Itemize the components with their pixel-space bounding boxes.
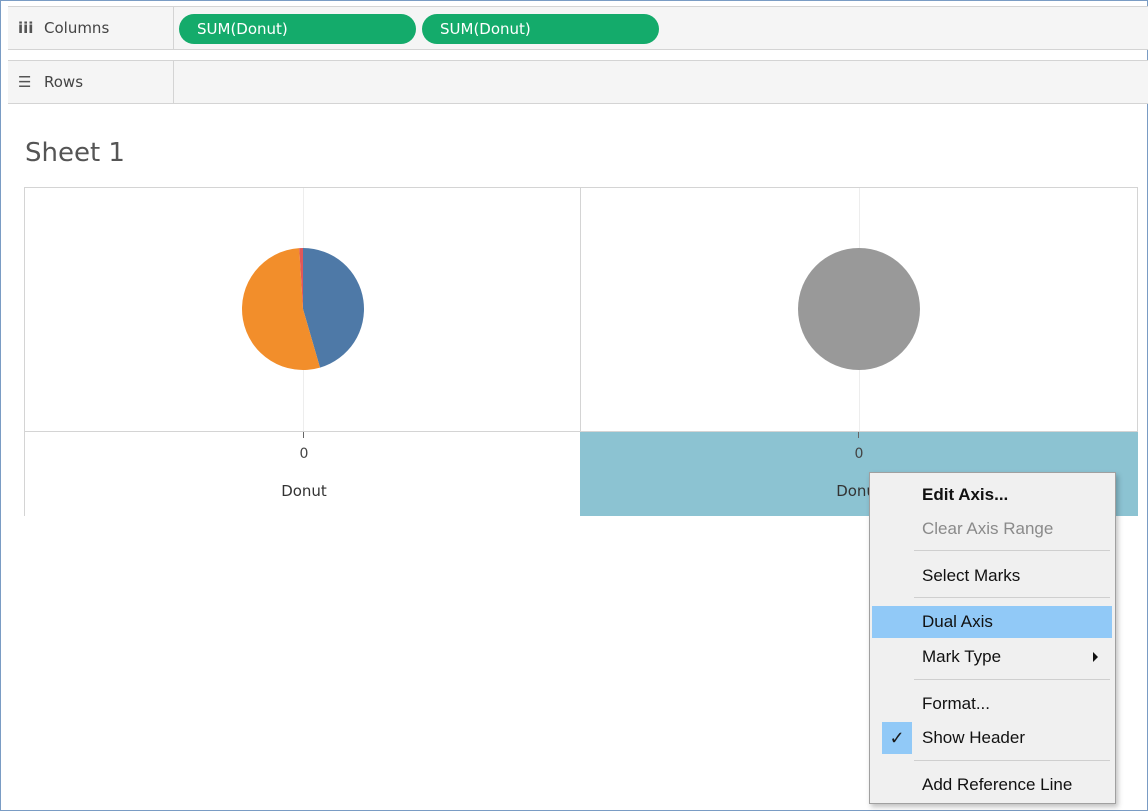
menu-item-mark-type[interactable]: Mark Type [872, 641, 1112, 673]
menu-item-label: Add Reference Line [922, 775, 1073, 794]
submenu-arrow-icon [1093, 652, 1098, 662]
columns-icon: iii [18, 19, 34, 37]
axis-tick-label: 0 [854, 446, 864, 462]
chart-view: 0 Donut 0 Donut [24, 187, 1138, 516]
pill-sum-donut-2[interactable]: SUM(Donut) [422, 14, 659, 44]
columns-label: Columns [44, 19, 110, 37]
rows-shelf[interactable]: ☰ Rows [8, 60, 1148, 104]
pie-chart-right[interactable] [581, 188, 1139, 433]
menu-item-clear-axis-range: Clear Axis Range [872, 513, 1112, 545]
pill-sum-donut-1[interactable]: SUM(Donut) [179, 14, 416, 44]
menu-item-label: Mark Type [922, 647, 1002, 666]
axis-tick [303, 432, 304, 438]
menu-item-show-header[interactable]: ✓ Show Header [872, 722, 1112, 754]
pie-chart-left[interactable] [25, 188, 582, 433]
menu-item-dual-axis[interactable]: Dual Axis [872, 606, 1112, 638]
columns-shelf[interactable]: iii Columns SUM(Donut) SUM(Donut) [8, 6, 1148, 50]
menu-item-label: Clear Axis Range [922, 519, 1054, 538]
menu-item-label: Format... [922, 694, 991, 713]
pane-right[interactable] [580, 187, 1138, 432]
menu-item-label: Select Marks [922, 566, 1021, 585]
axis-title: Donut [281, 482, 327, 500]
axis-tick-label: 0 [299, 446, 309, 462]
columns-shelf-label: iii Columns [8, 7, 174, 49]
menu-separator [914, 760, 1110, 761]
rows-label: Rows [44, 73, 84, 91]
menu-item-label: Show Header [922, 728, 1026, 747]
menu-item-label: Dual Axis [922, 612, 993, 631]
pill-label: SUM(Donut) [440, 20, 531, 38]
pill-label: SUM(Donut) [197, 20, 288, 38]
pane-left[interactable] [24, 187, 581, 432]
context-menu: Edit Axis... Clear Axis Range Select Mar… [869, 472, 1116, 804]
rows-shelf-label: ☰ Rows [8, 61, 174, 103]
menu-item-select-marks[interactable]: Select Marks [872, 560, 1112, 592]
menu-item-add-reference-line[interactable]: Add Reference Line [872, 769, 1112, 801]
menu-separator [914, 597, 1110, 598]
rows-icon: ☰ [18, 73, 32, 91]
menu-separator [914, 550, 1110, 551]
menu-item-edit-axis[interactable]: Edit Axis... [872, 479, 1112, 511]
menu-item-label: Edit Axis... [922, 485, 1009, 504]
menu-separator [914, 679, 1110, 680]
pie-slice[interactable] [798, 248, 920, 370]
menu-item-format[interactable]: Format... [872, 688, 1112, 720]
sheet-title: Sheet 1 [25, 138, 125, 168]
axis-left[interactable]: 0 Donut [24, 432, 581, 516]
axis-tick [858, 432, 859, 438]
checkmark-icon: ✓ [882, 722, 912, 754]
